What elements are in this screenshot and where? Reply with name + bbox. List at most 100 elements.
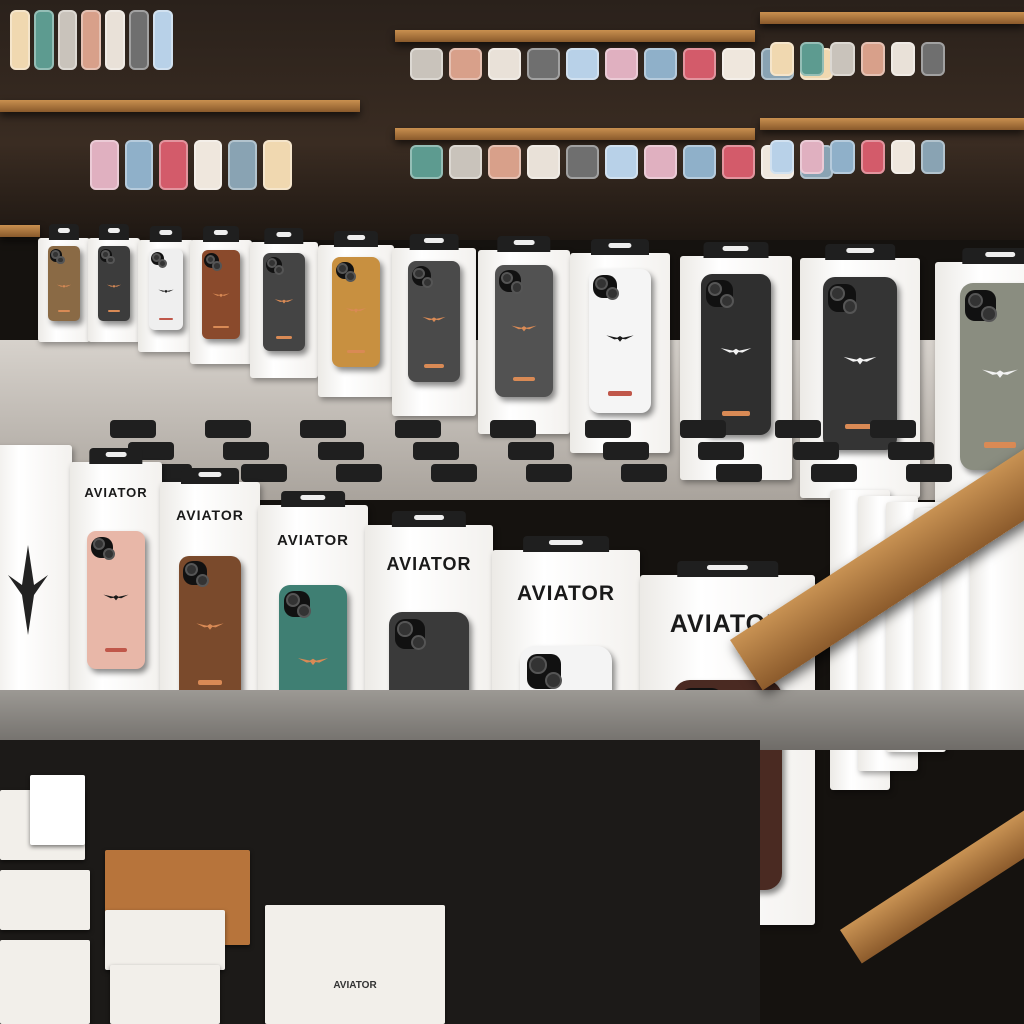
background-case xyxy=(683,48,716,80)
hang-tab xyxy=(585,420,631,438)
background-case xyxy=(449,48,482,80)
background-case xyxy=(566,145,599,179)
case-tag xyxy=(346,350,366,354)
hang-tab xyxy=(205,420,251,438)
hang-tab xyxy=(431,464,477,482)
case-tag xyxy=(57,309,71,313)
hang-tab xyxy=(962,248,1024,264)
background-case xyxy=(830,42,855,76)
hang-tab xyxy=(413,442,459,460)
hang-tab xyxy=(300,420,346,438)
cabinet-box-aviator: AVIATOR xyxy=(265,905,445,1024)
background-case xyxy=(830,140,855,174)
background-case xyxy=(605,145,638,179)
hang-tab xyxy=(906,464,952,482)
background-case xyxy=(488,48,521,80)
phone-case-box xyxy=(38,224,90,342)
background-case xyxy=(124,140,154,190)
wall-shelf xyxy=(0,100,360,112)
hang-tab xyxy=(676,561,779,577)
background-case xyxy=(193,140,223,190)
camera-cutout xyxy=(265,256,285,276)
phone-case-box xyxy=(318,231,394,397)
hang-tab xyxy=(149,226,183,242)
hang-tab xyxy=(203,226,239,242)
cabinet-box-label: AVIATOR xyxy=(333,980,377,991)
background-case xyxy=(105,10,125,70)
hang-tab xyxy=(508,442,554,460)
case-tag xyxy=(213,325,229,329)
phone-case-box xyxy=(392,234,476,416)
side-box xyxy=(0,445,72,695)
camera-cutout xyxy=(828,284,858,314)
phone-case xyxy=(332,257,380,367)
hang-tab xyxy=(98,224,130,240)
hang-tab xyxy=(409,234,459,250)
phone-case xyxy=(179,555,241,703)
camera-cutout xyxy=(183,561,209,587)
hang-tab xyxy=(793,442,839,460)
cabinet-box xyxy=(30,775,85,845)
cabinet-box xyxy=(110,965,220,1024)
camera-cutout xyxy=(283,590,311,619)
background-case xyxy=(410,145,443,179)
hang-tab xyxy=(223,442,269,460)
background-case xyxy=(527,145,560,179)
hang-tab xyxy=(698,442,744,460)
phone-case xyxy=(148,248,184,330)
hang-tab xyxy=(603,442,649,460)
phone-case xyxy=(495,264,553,398)
background-case xyxy=(263,140,292,190)
hang-tab xyxy=(591,239,649,255)
wall-shelf xyxy=(395,128,755,140)
wing-emblem-icon xyxy=(8,545,48,635)
wing-emblem-icon xyxy=(606,329,635,346)
background-case xyxy=(800,42,825,76)
phone-case xyxy=(407,261,461,383)
wing-emblem-icon xyxy=(511,320,537,336)
phone-case-box xyxy=(138,226,194,352)
hang-tab xyxy=(318,442,364,460)
cabinet-box xyxy=(0,870,90,930)
phone-case xyxy=(201,249,241,340)
camera-cutout xyxy=(411,266,434,288)
background-case xyxy=(644,145,677,179)
background-case xyxy=(410,48,443,80)
wing-emblem-icon xyxy=(56,278,72,289)
phone-case xyxy=(47,246,81,322)
hang-tab xyxy=(241,464,287,482)
hang-tab xyxy=(680,420,726,438)
phone-case xyxy=(959,282,1024,470)
hang-tab xyxy=(48,224,80,240)
case-tag xyxy=(423,364,445,368)
case-tag xyxy=(275,336,293,340)
back-wall-shelving xyxy=(0,0,1024,240)
background-case xyxy=(90,140,119,190)
background-case xyxy=(566,48,599,80)
background-case xyxy=(228,140,257,190)
wing-emblem-icon xyxy=(158,283,174,294)
camera-cutout xyxy=(100,249,116,265)
hang-tab xyxy=(110,420,156,438)
box-brand-label: AVIATOR xyxy=(276,531,349,549)
background-case xyxy=(722,48,755,80)
box-brand-label: AVIATOR xyxy=(516,582,615,605)
camera-cutout xyxy=(91,536,115,560)
wing-emblem-icon xyxy=(345,303,367,316)
camera-cutout xyxy=(151,252,168,269)
camera-cutout xyxy=(204,253,222,271)
wing-emblem-icon xyxy=(297,651,329,670)
phone-case xyxy=(701,273,771,436)
case-tag xyxy=(722,411,750,416)
background-case xyxy=(10,10,30,70)
background-case xyxy=(488,145,521,179)
hang-tab xyxy=(775,420,821,438)
hang-tab xyxy=(264,228,304,244)
wing-emblem-icon xyxy=(196,617,225,635)
background-case xyxy=(527,48,560,80)
case-tag xyxy=(607,391,633,396)
hang-tab xyxy=(811,464,857,482)
camera-cutout xyxy=(335,261,356,282)
background-case xyxy=(921,42,946,76)
cabinet-box xyxy=(0,940,90,1024)
